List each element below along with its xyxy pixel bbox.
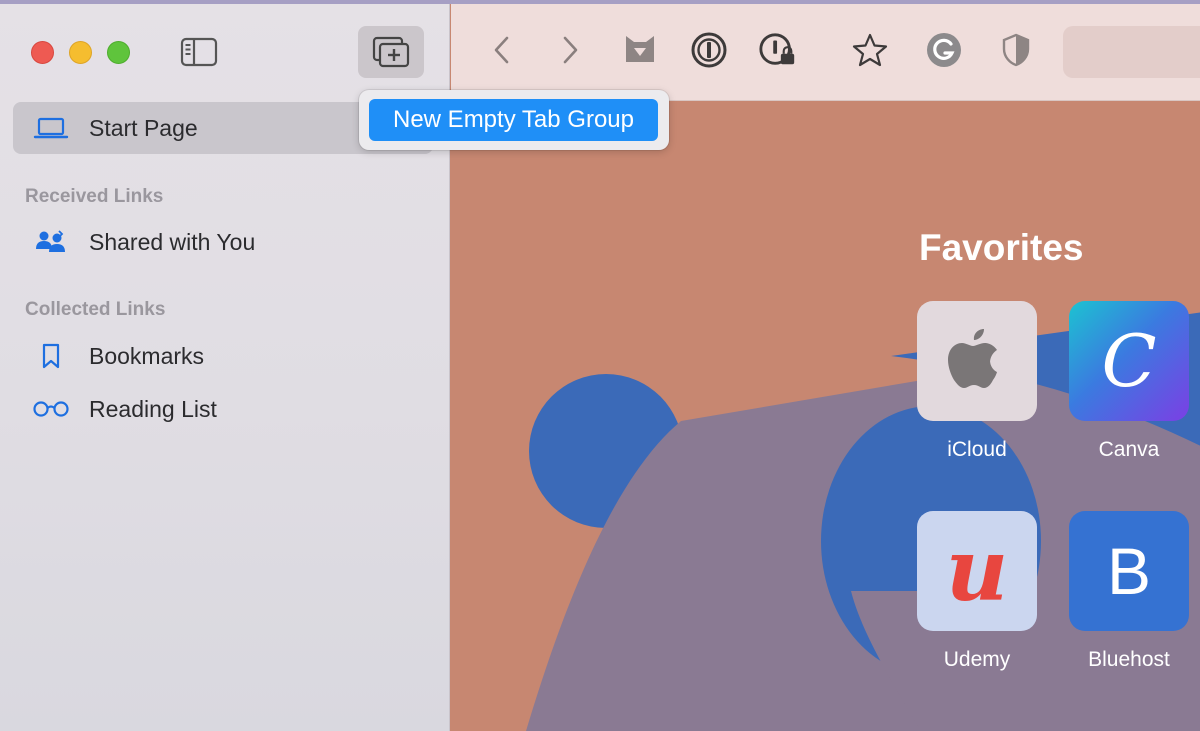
sidebar-item-label: Reading List [89,395,217,422]
sidebar-item-label: Shared with You [89,228,256,255]
close-window-button[interactable] [31,41,54,64]
new-tab-group-button[interactable] [358,26,424,78]
minimize-window-button[interactable] [69,41,92,64]
sidebar-toggle-icon [180,37,218,67]
favorite-tile-bluehost[interactable]: B [1069,511,1189,631]
address-bar[interactable] [1063,26,1200,78]
favorite-label-bluehost: Bluehost [1088,648,1170,671]
section-header-received-links: Received Links [25,186,164,207]
back-button[interactable] [482,30,522,70]
privacy-shield-button[interactable] [996,30,1036,70]
password-manager-icon [691,32,727,68]
section-header-collected-links: Collected Links [25,299,166,320]
apple-logo-icon [948,329,997,388]
reading-glasses-icon [21,399,81,419]
favorite-label-udemy: Udemy [943,648,1011,671]
sidebar-item-shared-with-you[interactable]: Shared with You [13,216,433,268]
bookmark-icon [21,343,81,369]
sidebar-item-reading-list[interactable]: Reading List [13,383,433,435]
sidebar-toggle-button[interactable] [180,37,218,67]
start-page-content: Favorites iCloud C Canva u Udemy B Blueh… [451,101,1200,731]
forward-button[interactable] [550,30,590,70]
udemy-logo-icon: u [945,520,1009,621]
favorite-tile-icloud[interactable] [917,301,1037,421]
star-icon [852,33,888,67]
back-icon [494,36,509,64]
favorites-title: Favorites [919,227,1084,268]
bookmark-star-button[interactable] [850,30,890,70]
laptop-icon [21,116,81,140]
favorite-label-canva: Canva [1098,438,1160,461]
new-tab-group-icon [372,36,410,68]
grammarly-icon [927,33,961,67]
window-top-edge [0,0,1200,4]
favorite-tile-canva[interactable]: C [1069,301,1189,421]
new-empty-tab-group-menu-item[interactable]: New Empty Tab Group [369,99,658,141]
bluehost-logo-icon: B [1106,534,1152,608]
fox-extension-button[interactable] [620,30,660,70]
browser-toolbar [451,4,1200,101]
sidebar-item-bookmarks[interactable]: Bookmarks [13,330,433,382]
canva-logo-icon: C [1101,319,1157,403]
sidebar-item-label: Bookmarks [89,342,205,369]
password-lock-button[interactable] [758,30,798,70]
password-manager-button[interactable] [689,30,729,70]
shared-with-you-icon [21,229,81,255]
favorite-label-icloud: iCloud [947,438,1007,461]
sidebar-item-label: Start Page [89,114,198,141]
zoom-window-button[interactable] [107,41,130,64]
shield-icon [1002,33,1030,67]
password-lock-icon [759,33,795,65]
grammarly-button[interactable] [924,30,964,70]
fox-extension-icon [626,36,654,62]
forward-icon [563,36,578,64]
new-tab-group-popover: New Empty Tab Group [359,90,669,150]
favorite-tile-udemy[interactable]: u [917,511,1037,631]
